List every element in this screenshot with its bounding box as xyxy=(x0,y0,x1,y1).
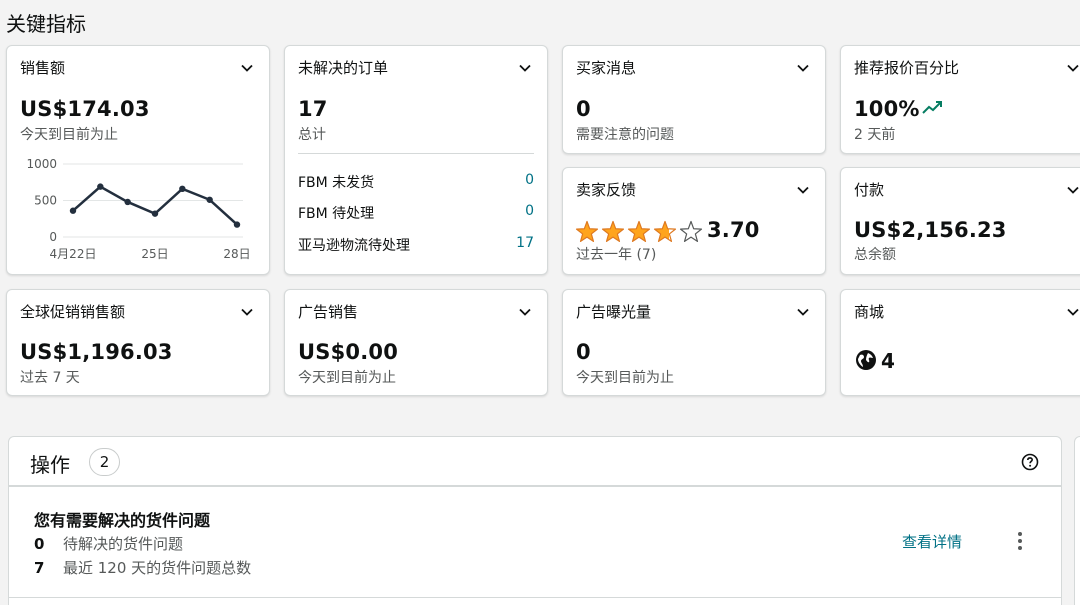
issue-pending-text: 待解决的货件问题 xyxy=(63,535,184,553)
issue-line-pending: 0 待解决的货件问题 xyxy=(34,533,183,554)
actions-header: 操作 2 xyxy=(9,437,1061,487)
chevron-down-icon[interactable] xyxy=(517,304,533,320)
featured-offer-sub: 2 天前 xyxy=(854,127,896,143)
ad-impressions-value: 0 xyxy=(576,340,591,364)
seller-feedback-card[interactable]: 卖家反馈 3.70 过去一年 (7) xyxy=(562,167,826,275)
fbm-unshipped-count[interactable]: 0 xyxy=(525,172,534,188)
buyer-messages-value: 0 xyxy=(576,97,591,121)
chevron-down-icon[interactable] xyxy=(795,304,811,320)
star-icon xyxy=(627,220,651,242)
ad-impressions-card[interactable]: 广告曝光量 0 今天到目前为止 xyxy=(562,289,826,396)
star-rating xyxy=(575,220,703,242)
star-icon xyxy=(575,220,599,242)
divider xyxy=(9,597,1061,598)
adjacent-panel-edge xyxy=(1074,436,1080,605)
data-point xyxy=(97,183,104,190)
y-tick-label: 0 xyxy=(49,230,57,244)
featured-offer-value: 100% xyxy=(854,97,920,121)
chevron-down-icon[interactable] xyxy=(1065,304,1080,320)
issue-pending-count: 0 xyxy=(34,535,45,553)
x-tick-label: 4月22日 xyxy=(50,247,97,261)
payments-value: US$2,156.23 xyxy=(854,218,1007,242)
fbm-unshipped-label[interactable]: FBM 未发货 xyxy=(298,172,374,192)
open-orders-sub: 总计 xyxy=(298,127,326,143)
fbm-pending-count[interactable]: 0 xyxy=(525,203,534,219)
actions-count-badge: 2 xyxy=(89,448,120,476)
payments-title: 付款 xyxy=(854,181,885,199)
issue-line-total: 7 最近 120 天的货件问题总数 xyxy=(34,557,251,578)
data-point xyxy=(206,196,213,203)
ad-sales-value: US$0.00 xyxy=(298,340,399,364)
data-point xyxy=(69,207,77,214)
open-orders-card[interactable]: 未解决的订单 17 总计 FBM 未发货 0 FBM 待处理 0 亚马逊物流待处… xyxy=(284,45,548,275)
actions-panel: 操作 2 您有需要解决的货件问题 0 待解决的货件问题 7 最近 120 天的货件问… xyxy=(8,436,1062,605)
chevron-down-icon[interactable] xyxy=(795,60,811,76)
trend-up-icon xyxy=(922,101,942,114)
issue-total-count: 7 xyxy=(34,559,45,577)
y-tick-label: 1000 xyxy=(26,157,57,171)
chevron-down-icon[interactable] xyxy=(239,304,255,320)
star-icon xyxy=(679,220,703,242)
chevron-down-icon[interactable] xyxy=(1065,60,1080,76)
shipment-issue-title: 您有需要解决的货件问题 xyxy=(34,511,211,530)
fbm-pending-label[interactable]: FBM 待处理 xyxy=(298,203,374,223)
data-point xyxy=(124,198,131,206)
chevron-down-icon[interactable] xyxy=(517,60,533,76)
y-tick-label: 500 xyxy=(34,194,57,208)
global-promo-sub: 过去 7 天 xyxy=(20,370,80,386)
seller-feedback-sub: 过去一年 (7) xyxy=(576,247,657,263)
chevron-down-icon[interactable] xyxy=(1065,182,1080,198)
open-orders-title: 未解决的订单 xyxy=(298,59,389,77)
global-promo-card[interactable]: 全球促销销售额 US$1,196.03 过去 7 天 xyxy=(6,289,270,396)
sales-value: US$174.03 xyxy=(20,97,150,121)
more-options-icon[interactable] xyxy=(1013,530,1027,552)
data-point xyxy=(151,210,159,217)
sales-sub: 今天到目前为止 xyxy=(20,127,118,143)
buyer-messages-title: 买家消息 xyxy=(576,59,637,77)
x-tick-label: 28日 xyxy=(223,247,250,261)
fba-pending-label[interactable]: 亚马逊物流待处理 xyxy=(298,235,410,255)
ad-impressions-sub: 今天到目前为止 xyxy=(576,370,674,386)
chevron-down-icon[interactable] xyxy=(239,60,255,76)
data-point xyxy=(179,185,186,193)
buyer-messages-card[interactable]: 买家消息 0 需要注意的问题 xyxy=(562,45,826,154)
star-icon xyxy=(653,220,677,242)
seller-feedback-title: 卖家反馈 xyxy=(576,181,637,199)
view-details-link[interactable]: 查看详情 xyxy=(902,531,962,552)
sales-title: 销售额 xyxy=(20,59,66,77)
open-orders-value: 17 xyxy=(298,97,328,121)
marketplaces-count: 4 xyxy=(881,349,896,373)
marketplaces-card[interactable]: 商城 4 xyxy=(840,289,1080,396)
x-tick-label: 25日 xyxy=(141,247,168,261)
ad-sales-card[interactable]: 广告销售 US$0.00 今天到目前为止 xyxy=(284,289,548,396)
data-point xyxy=(233,221,241,228)
seller-feedback-rating: 3.70 xyxy=(707,218,760,242)
star-icon xyxy=(601,220,625,242)
featured-offer-card[interactable]: 推荐报价百分比 100% 2 天前 xyxy=(840,45,1080,154)
marketplaces-title: 商城 xyxy=(854,303,885,321)
help-icon[interactable] xyxy=(1021,453,1039,471)
ad-sales-sub: 今天到目前为止 xyxy=(298,370,396,386)
issue-total-text: 最近 120 天的货件问题总数 xyxy=(63,559,252,577)
global-promo-title: 全球促销销售额 xyxy=(20,303,126,321)
globe-icon xyxy=(856,350,876,370)
fba-pending-count[interactable]: 17 xyxy=(516,235,534,251)
section-title: 关键指标 xyxy=(6,12,86,36)
divider xyxy=(298,153,534,154)
sales-line xyxy=(72,185,238,226)
sales-chart: 1000 500 0 4月22日 25日 28日 xyxy=(26,157,250,261)
sales-card[interactable]: 销售额 US$174.03 今天到目前为止 1000 500 0 4月22日 25日 28… xyxy=(6,45,270,275)
chevron-down-icon[interactable] xyxy=(795,182,811,198)
payments-sub: 总余额 xyxy=(854,247,896,263)
ad-sales-title: 广告销售 xyxy=(298,303,359,321)
global-promo-value: US$1,196.03 xyxy=(20,340,173,364)
payments-card[interactable]: 付款 US$2,156.23 总余额 xyxy=(840,167,1080,275)
ad-impressions-title: 广告曝光量 xyxy=(576,303,652,321)
actions-title: 操作 xyxy=(30,453,70,477)
featured-offer-title: 推荐报价百分比 xyxy=(854,59,960,77)
buyer-messages-sub: 需要注意的问题 xyxy=(576,127,674,143)
